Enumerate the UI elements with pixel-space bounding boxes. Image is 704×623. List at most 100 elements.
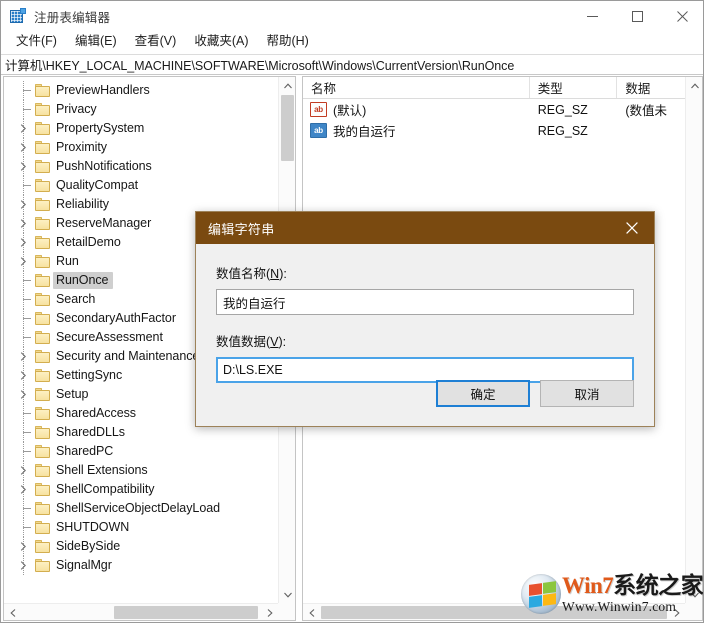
- folder-icon: [35, 464, 50, 477]
- list-header: 名称 类型 数据: [303, 77, 685, 99]
- value-name-cell: ab (默认): [303, 100, 530, 119]
- tree-item-label: Setup: [56, 387, 89, 401]
- tree-item-shellcompatibility[interactable]: ShellCompatibility: [4, 480, 278, 499]
- menu-help[interactable]: 帮助(H): [257, 32, 317, 52]
- tree-leaf-connector: [23, 90, 31, 91]
- folder-icon: [35, 312, 50, 325]
- address-bar[interactable]: 计算机\HKEY_LOCAL_MACHINE\SOFTWARE\Microsof…: [1, 54, 703, 75]
- menu-view[interactable]: 查看(V): [126, 32, 186, 52]
- value-data-accesskey: V: [270, 335, 279, 349]
- folder-icon: [35, 502, 50, 515]
- folder-icon: [35, 103, 50, 116]
- tree-leaf-connector: [23, 337, 31, 338]
- scroll-right-icon[interactable]: [261, 604, 278, 620]
- list-scroll-left-icon[interactable]: [303, 604, 320, 620]
- value-data-label: 数值数据(V):: [216, 331, 634, 350]
- column-header-name[interactable]: 名称: [303, 77, 530, 98]
- menubar: 文件(F) 编辑(E) 查看(V) 收藏夹(A) 帮助(H): [1, 31, 703, 53]
- folder-icon: [35, 217, 50, 230]
- tree-leaf-connector: [23, 318, 31, 319]
- dialog-close-icon[interactable]: [610, 212, 654, 244]
- tree-item-label: QualityCompat: [56, 178, 139, 192]
- folder-icon: [35, 122, 50, 135]
- chevron-right-icon[interactable]: [18, 237, 29, 248]
- tree-horizontal-scrollbar[interactable]: [4, 603, 278, 620]
- tree-item-proximity[interactable]: Proximity: [4, 138, 278, 157]
- tree-leaf-connector: [23, 280, 31, 281]
- column-header-type[interactable]: 类型: [530, 77, 618, 98]
- registry-editor-icon: [10, 8, 26, 24]
- tree-item-sharedpc[interactable]: SharedPC: [4, 442, 278, 461]
- chevron-right-icon[interactable]: [18, 123, 29, 134]
- tree-item-signalmgr[interactable]: SignalMgr: [4, 556, 278, 575]
- tree-item-previewhandlers[interactable]: PreviewHandlers: [4, 81, 278, 100]
- value-name-label-post: ):: [279, 267, 287, 281]
- chevron-right-icon[interactable]: [18, 256, 29, 267]
- column-header-data[interactable]: 数据: [617, 77, 685, 98]
- tree-item-label: SettingSync: [56, 368, 123, 382]
- tree-item-label: SignalMgr: [56, 558, 112, 572]
- tree-item-label: PropertySystem: [56, 121, 145, 135]
- tree-item-shutdown[interactable]: SHUTDOWN: [4, 518, 278, 537]
- value-type-cell: REG_SZ: [537, 102, 588, 117]
- tree-scroll-thumb[interactable]: [281, 95, 294, 161]
- chevron-right-icon[interactable]: [18, 351, 29, 362]
- tree-item-label: Search: [56, 292, 96, 306]
- cancel-button[interactable]: 取消: [540, 380, 634, 407]
- table-row[interactable]: ab 我的自运行 REG_SZ: [303, 120, 685, 141]
- folder-icon: [35, 198, 50, 211]
- tree-item-label: SharedDLLs: [56, 425, 125, 439]
- table-row[interactable]: ab (默认) REG_SZ (数值未: [303, 99, 685, 120]
- tree-item-label: PushNotifications: [56, 159, 152, 173]
- tree-leaf-connector: [23, 432, 31, 433]
- value-name-text: 我的自运行: [333, 125, 396, 139]
- value-name-label-pre: 数值名称(: [216, 267, 271, 281]
- tree-item-sidebyside[interactable]: SideBySide: [4, 537, 278, 556]
- chevron-right-icon[interactable]: [18, 541, 29, 552]
- chevron-right-icon[interactable]: [18, 199, 29, 210]
- tree-item-privacy[interactable]: Privacy: [4, 100, 278, 119]
- value-name-label: 数值名称(N):: [216, 263, 634, 282]
- value-name-input[interactable]: [216, 289, 634, 315]
- tree-item-shellserviceobjectdelayload[interactable]: ShellServiceObjectDelayLoad: [4, 499, 278, 518]
- menu-edit[interactable]: 编辑(E): [66, 32, 126, 52]
- chevron-right-icon[interactable]: [18, 465, 29, 476]
- tree-leaf-connector: [23, 185, 31, 186]
- tree-item-qualitycompat[interactable]: QualityCompat: [4, 176, 278, 195]
- tree-item-propertysystem[interactable]: PropertySystem: [4, 119, 278, 138]
- folder-icon: [35, 369, 50, 382]
- chevron-right-icon[interactable]: [18, 218, 29, 229]
- tree-leaf-connector: [23, 299, 31, 300]
- list-scroll-up-icon[interactable]: [686, 77, 702, 94]
- tree-item-label: RetailDemo: [56, 235, 121, 249]
- folder-icon: [35, 521, 50, 534]
- chevron-right-icon[interactable]: [18, 370, 29, 381]
- menu-file[interactable]: 文件(F): [7, 32, 66, 52]
- tree-item-label: Reliability: [56, 197, 109, 211]
- list-scroll-right-icon[interactable]: [668, 604, 685, 620]
- list-horizontal-scrollbar[interactable]: [303, 603, 685, 620]
- chevron-right-icon[interactable]: [18, 161, 29, 172]
- chevron-right-icon[interactable]: [18, 484, 29, 495]
- tree-item-label: SHUTDOWN: [56, 520, 130, 534]
- list-scroll-down-icon[interactable]: [686, 586, 702, 603]
- scroll-down-icon[interactable]: [279, 586, 295, 603]
- tree-item-shell-extensions[interactable]: Shell Extensions: [4, 461, 278, 480]
- scroll-left-icon[interactable]: [4, 604, 21, 620]
- close-button[interactable]: [660, 1, 703, 31]
- list-vertical-scrollbar[interactable]: [685, 77, 702, 603]
- tree-item-label: ShellCompatibility: [56, 482, 155, 496]
- chevron-right-icon[interactable]: [18, 560, 29, 571]
- ok-button[interactable]: 确定: [436, 380, 530, 407]
- chevron-right-icon[interactable]: [18, 142, 29, 153]
- menu-favorites[interactable]: 收藏夹(A): [185, 32, 257, 52]
- maximize-button[interactable]: [615, 1, 660, 31]
- chevron-right-icon[interactable]: [18, 389, 29, 400]
- scroll-up-icon[interactable]: [279, 77, 295, 94]
- tree-hscroll-thumb[interactable]: [114, 606, 258, 619]
- tree-item-pushnotifications[interactable]: PushNotifications: [4, 157, 278, 176]
- list-hscroll-thumb[interactable]: [321, 606, 667, 619]
- minimize-button[interactable]: [570, 1, 615, 31]
- window-titlebar: 注册表编辑器: [1, 1, 703, 31]
- tree-leaf-connector: [23, 527, 31, 528]
